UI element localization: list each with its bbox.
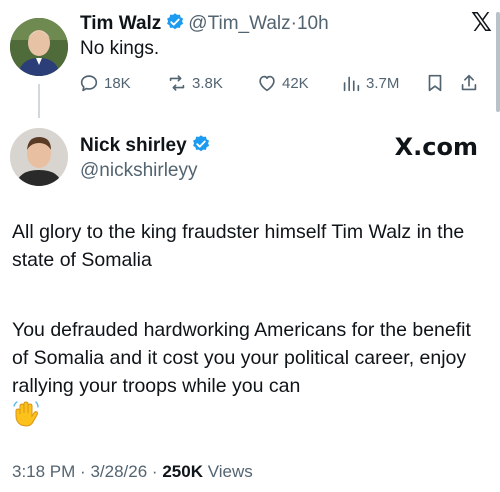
- brand-label: X.com: [394, 133, 478, 161]
- thread-line: [38, 84, 40, 118]
- separator: ·: [151, 462, 158, 481]
- avatar-image: [10, 128, 68, 186]
- reply-icon: [80, 75, 98, 92]
- verified-badge-icon: [191, 134, 211, 160]
- repost-button[interactable]: 3.8K: [166, 72, 223, 94]
- bookmark-icon: [428, 74, 442, 92]
- avatar-image: [10, 18, 68, 76]
- bookmark-button[interactable]: [424, 72, 446, 94]
- separator: ·: [80, 462, 86, 481]
- tweet-actions: 18K 3.8K 42K 3.7M: [78, 72, 498, 98]
- tweet-timestamp-row: 3:18 PM · 3/28/26 · 250K Views: [12, 462, 253, 482]
- avatar[interactable]: [10, 128, 68, 186]
- reply-button[interactable]: 18K: [78, 72, 131, 94]
- like-button[interactable]: 42K: [256, 72, 309, 94]
- repost-icon: [169, 75, 185, 91]
- like-count: 42K: [282, 74, 309, 92]
- avatar[interactable]: [10, 18, 68, 76]
- views-count: 3.7M: [366, 74, 400, 92]
- reply-count: 18K: [104, 74, 131, 92]
- like-icon: [259, 75, 275, 92]
- quoted-tweet-text: No kings.: [80, 38, 160, 59]
- author-name-row: Nick shirley: [80, 134, 214, 160]
- view-count: 250K: [162, 462, 203, 481]
- tweet-text-paragraph-1: All glory to the king fraudster himself …: [12, 221, 465, 271]
- verified-badge-icon: [165, 12, 185, 38]
- x-logo-icon: 𝕏: [471, 8, 492, 38]
- views-button[interactable]: 3.7M: [340, 72, 399, 94]
- waving-hand-emoji: [12, 400, 40, 433]
- timestamp-time[interactable]: 3:18 PM: [12, 462, 75, 481]
- author-handle[interactable]: @nickshirleyy: [80, 160, 197, 182]
- author-name[interactable]: Nick shirley: [80, 135, 187, 156]
- views-icon: [343, 76, 360, 92]
- view-label: Views: [207, 462, 253, 481]
- timestamp-date[interactable]: 3/28/26: [90, 462, 147, 481]
- share-icon: [461, 74, 477, 91]
- repost-count: 3.8K: [192, 74, 223, 92]
- share-button[interactable]: [458, 72, 480, 94]
- tweet-text-paragraph-2: You defrauded hardworking Americans for …: [12, 319, 471, 397]
- time-ago[interactable]: 10h: [297, 13, 329, 34]
- quoted-tweet-header: Tim Walz @Tim_Walz·10h: [80, 12, 329, 38]
- author-name[interactable]: Tim Walz: [80, 13, 161, 34]
- author-handle[interactable]: @Tim_Walz: [188, 13, 290, 34]
